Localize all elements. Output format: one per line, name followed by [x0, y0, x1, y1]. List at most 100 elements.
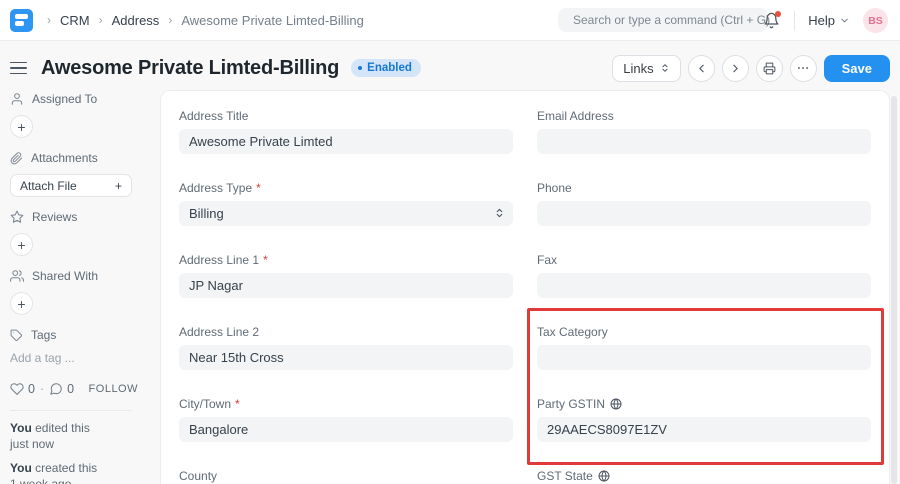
search-input[interactable]: Search or type a command (Ctrl + G) [558, 8, 768, 32]
chevron-right-icon [729, 62, 742, 75]
chevron-right-icon: › [168, 13, 172, 27]
status-badge: Enabled [351, 59, 421, 77]
required-asterisk: * [235, 397, 240, 411]
field-address-title: Address Title [179, 109, 513, 154]
navbar-actions: Help BS [763, 0, 888, 41]
comments-count: 0 [67, 382, 74, 396]
comment-icon[interactable] [49, 382, 63, 396]
vertical-scrollbar[interactable] [891, 96, 897, 484]
form-left-column: Address Title Address Type * Address Line… [179, 109, 513, 484]
chevron-right-icon: › [99, 13, 103, 27]
party-gstin-input[interactable] [537, 417, 871, 442]
help-label: Help [808, 13, 835, 28]
printer-icon [763, 62, 776, 75]
notification-dot [775, 11, 781, 17]
heart-icon[interactable] [10, 382, 24, 396]
breadcrumb-crm[interactable]: CRM [60, 13, 90, 28]
form-right-column: Email Address Phone Fax Tax Category Par… [537, 109, 871, 484]
field-label: Tax Category [537, 325, 608, 339]
attach-file-label: Attach File [20, 179, 77, 193]
globe-icon [610, 398, 622, 410]
field-label: County [179, 469, 217, 483]
activity-action: edited this [35, 421, 90, 435]
email-address-input[interactable] [537, 129, 871, 154]
select-chevrons-icon [660, 62, 670, 74]
user-avatar[interactable]: BS [863, 8, 888, 33]
tags-section: Tags Add a tag ... [10, 328, 150, 365]
activity-log: You edited this just now You created thi… [10, 420, 97, 484]
likes-count: 0 [28, 382, 35, 396]
activity-action: created this [35, 461, 97, 475]
field-tax-category: Tax Category [537, 325, 871, 370]
field-phone: Phone [537, 181, 871, 226]
tags-label: Tags [31, 328, 56, 342]
add-assignment-button[interactable]: + [10, 115, 33, 138]
chevron-left-icon [695, 62, 708, 75]
field-fax: Fax [537, 253, 871, 298]
attach-file-button[interactable]: Attach File + [10, 174, 132, 197]
phone-input[interactable] [537, 201, 871, 226]
field-label: Email Address [537, 109, 614, 123]
fax-input[interactable] [537, 273, 871, 298]
header-actions: Links Save [612, 55, 890, 82]
address-form-card: Address Title Address Type * Address Line… [160, 90, 890, 484]
shared-with-label: Shared With [32, 269, 98, 283]
field-label: Address Line 1 [179, 253, 259, 267]
breadcrumb: › CRM › Address › Awesome Private Limted… [47, 13, 364, 28]
app-logo-icon[interactable] [10, 9, 33, 32]
field-label: Address Line 2 [179, 325, 259, 339]
field-gst-state: GST State [537, 469, 871, 484]
previous-record-button[interactable] [688, 55, 715, 82]
follow-button[interactable]: FOLLOW [89, 383, 138, 395]
field-label: Address Title [179, 109, 248, 123]
status-badge-label: Enabled [367, 62, 412, 74]
assigned-to-section: Assigned To + [10, 92, 150, 138]
add-tag-input[interactable]: Add a tag ... [10, 351, 150, 365]
print-button[interactable] [756, 55, 783, 82]
field-email-address: Email Address [537, 109, 871, 154]
more-menu-button[interactable] [790, 55, 817, 82]
next-record-button[interactable] [722, 55, 749, 82]
address-title-input[interactable] [179, 129, 513, 154]
help-menu[interactable]: Help [808, 13, 850, 28]
add-review-button[interactable]: + [10, 233, 33, 256]
page-header: Awesome Private Limted-Billing Enabled L… [10, 52, 890, 84]
breadcrumb-address[interactable]: Address [112, 13, 160, 28]
reviews-label: Reviews [32, 210, 77, 224]
activity-item: You edited this just now [10, 420, 97, 452]
add-share-button[interactable]: + [10, 292, 33, 315]
field-city-town: City/Town* [179, 397, 513, 442]
notifications-bell-icon[interactable] [763, 12, 781, 30]
user-icon [10, 92, 24, 106]
plus-icon: + [115, 179, 122, 193]
address-line-1-input[interactable] [179, 273, 513, 298]
breadcrumb-current: Awesome Private Limted-Billing [181, 13, 364, 28]
sidebar-toggle-icon[interactable] [10, 62, 27, 75]
address-form: Address Title Address Type * Address Line… [161, 91, 889, 484]
city-town-input[interactable] [179, 417, 513, 442]
chevron-right-icon: › [47, 13, 51, 27]
required-asterisk: * [263, 253, 268, 267]
field-label: Phone [537, 181, 572, 195]
activity-actor: You [10, 421, 32, 435]
field-label: Address Type [179, 181, 252, 195]
more-horizontal-icon [796, 61, 810, 75]
field-label: Party GSTIN [537, 397, 605, 411]
social-row: 0 · 0 FOLLOW [10, 382, 138, 396]
shared-with-section: Shared With + [10, 269, 150, 315]
tax-category-input[interactable] [537, 345, 871, 370]
field-label: GST State [537, 469, 593, 483]
required-asterisk: * [256, 181, 261, 195]
links-label: Links [623, 61, 653, 76]
globe-icon [598, 470, 610, 482]
attachments-section: Attachments Attach File + [10, 151, 150, 197]
address-type-select[interactable] [179, 201, 513, 226]
links-dropdown-button[interactable]: Links [612, 55, 680, 82]
address-line-2-input[interactable] [179, 345, 513, 370]
app-window: › CRM › Address › Awesome Private Limted… [0, 0, 900, 484]
status-dot [358, 66, 362, 70]
save-button[interactable]: Save [824, 55, 890, 82]
reviews-section: Reviews + [10, 210, 150, 256]
navbar-divider [794, 11, 795, 31]
paperclip-icon [10, 152, 23, 165]
